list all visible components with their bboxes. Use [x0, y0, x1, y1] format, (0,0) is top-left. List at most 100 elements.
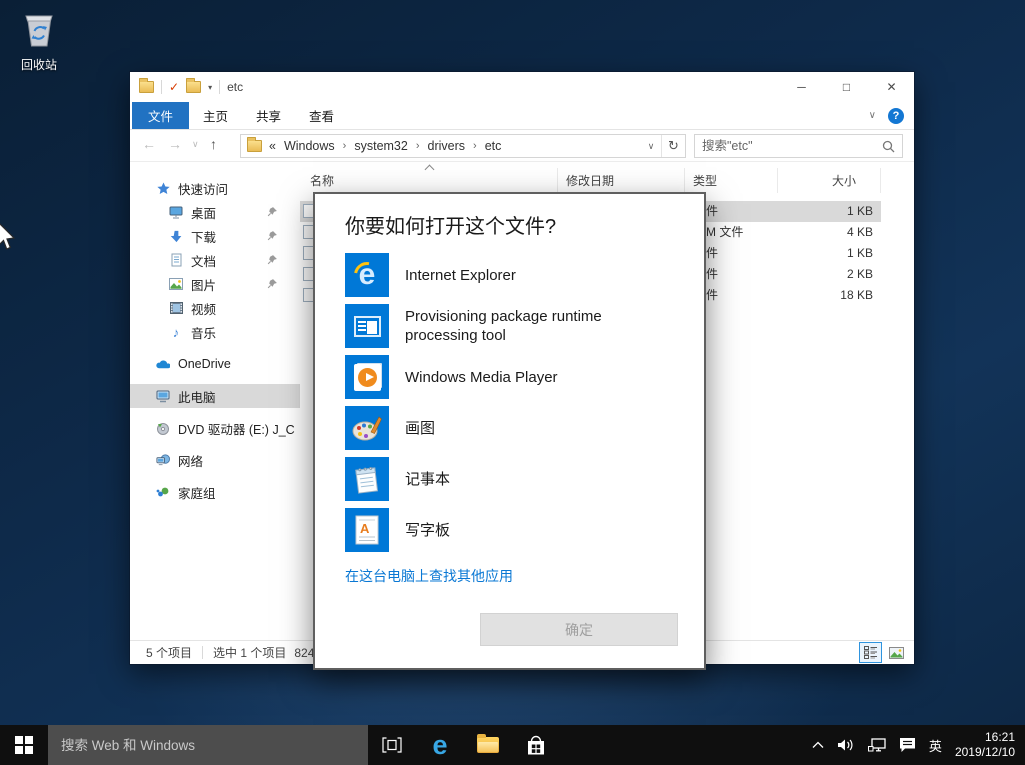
- recycle-bin-icon: [19, 37, 59, 54]
- wordpad-icon: A: [345, 508, 389, 552]
- ok-button[interactable]: 确定: [480, 613, 678, 646]
- toolbar-separator: [161, 80, 162, 94]
- store-button[interactable]: [512, 725, 560, 765]
- new-folder-icon[interactable]: [186, 81, 201, 93]
- thumbnails-view-button[interactable]: [885, 642, 908, 663]
- file-explorer-button[interactable]: [464, 725, 512, 765]
- sidebar-item-pictures[interactable]: 图片: [130, 272, 300, 296]
- taskbar-search-input[interactable]: [61, 738, 368, 753]
- app-option-notepad[interactable]: 记事本: [345, 457, 704, 501]
- dialog-title: 你要如何打开这个文件?: [345, 210, 704, 239]
- address-bar[interactable]: « Windows › system32 › drivers › etc ∨ ↻: [240, 134, 686, 158]
- refresh-icon[interactable]: ↻: [661, 135, 685, 157]
- minimize-button[interactable]: ─: [779, 72, 824, 102]
- taskbar: e 英 16:21 2019/12/10: [0, 725, 1025, 765]
- details-view-button[interactable]: [859, 642, 882, 663]
- sidebar-item-homegroup[interactable]: 家庭组: [130, 480, 300, 504]
- tab-home[interactable]: 主页: [189, 102, 242, 129]
- breadcrumb-windows[interactable]: Windows: [284, 139, 335, 153]
- help-icon[interactable]: ?: [888, 108, 904, 124]
- column-header-name[interactable]: 名称: [300, 168, 558, 193]
- column-header-size[interactable]: 大小: [778, 168, 881, 193]
- expand-ribbon-chevron-icon[interactable]: ∨: [869, 110, 876, 121]
- network-icon[interactable]: [868, 738, 886, 752]
- selection-count: 选中 1 个项目: [213, 644, 286, 661]
- forward-button[interactable]: →: [168, 136, 182, 152]
- sidebar-item-quick-access[interactable]: 快速访问: [130, 176, 300, 200]
- address-folder-icon: [247, 140, 262, 152]
- recent-locations-chevron-icon[interactable]: ∨: [192, 139, 199, 150]
- notifications-icon[interactable]: [899, 737, 916, 753]
- sidebar-item-downloads[interactable]: 下载: [130, 224, 300, 248]
- pin-icon: [267, 278, 278, 292]
- homegroup-icon: [156, 485, 170, 499]
- this-pc-icon: [156, 389, 170, 403]
- tab-share[interactable]: 共享: [242, 102, 295, 129]
- title-bar: ✓ ▾ etc ─ □ ✕: [130, 72, 914, 102]
- app-option-windows-media-player[interactable]: Windows Media Player: [345, 355, 704, 399]
- address-dropdown-chevron-icon[interactable]: ∨: [641, 141, 661, 152]
- customize-toolbar-chevron-icon[interactable]: ▾: [208, 83, 212, 92]
- breadcrumb-separator-icon: ›: [473, 140, 477, 152]
- toolbar-separator: [219, 80, 220, 94]
- search-box: [694, 134, 903, 158]
- breadcrumb-drivers[interactable]: drivers: [428, 139, 466, 153]
- edge-button[interactable]: e: [416, 725, 464, 765]
- dvd-drive-icon: [156, 421, 170, 435]
- search-input[interactable]: [702, 139, 882, 153]
- breadcrumb-separator-icon: ›: [416, 140, 420, 152]
- maximize-button[interactable]: □: [824, 72, 869, 102]
- sidebar-item-music[interactable]: ♪ 音乐: [130, 320, 300, 344]
- recycle-bin-shortcut[interactable]: 回收站: [10, 8, 68, 73]
- sidebar-item-desktop[interactable]: 桌面: [130, 200, 300, 224]
- internet-explorer-icon: e: [345, 253, 389, 297]
- navigation-bar: ← → ∨ ↑ « Windows › system32 › drivers ›…: [130, 130, 914, 162]
- column-headers: 名称 修改日期 类型 大小: [300, 168, 914, 193]
- documents-icon: [169, 253, 183, 267]
- hidden-icons-chevron-icon[interactable]: [812, 741, 824, 749]
- up-button[interactable]: ↑: [210, 136, 217, 152]
- sidebar-item-videos[interactable]: 视频: [130, 296, 300, 320]
- properties-check-icon[interactable]: ✓: [169, 80, 179, 94]
- caption-buttons: ─ □ ✕: [779, 72, 914, 102]
- taskbar-search-box[interactable]: [48, 725, 368, 765]
- sidebar-item-dvd-drive[interactable]: DVD 驱动器 (E:) J_C: [130, 416, 300, 440]
- ribbon-tab-bar: 文件 主页 共享 查看 ∨ ?: [130, 102, 914, 130]
- breadcrumb-etc[interactable]: etc: [485, 139, 502, 153]
- column-header-date-modified[interactable]: 修改日期: [558, 168, 685, 193]
- sidebar-item-network[interactable]: 网络: [130, 448, 300, 472]
- tab-view[interactable]: 查看: [295, 102, 348, 129]
- downloads-icon: [169, 229, 183, 243]
- sidebar-item-this-pc[interactable]: 此电脑: [130, 384, 300, 408]
- column-header-type[interactable]: 类型: [685, 168, 778, 193]
- tab-file[interactable]: 文件: [132, 102, 189, 129]
- videos-icon: [169, 301, 183, 315]
- breadcrumb-overflow[interactable]: «: [269, 139, 276, 153]
- paint-icon: [345, 406, 389, 450]
- app-option-wordpad[interactable]: A 写字板: [345, 508, 704, 552]
- breadcrumb-system32[interactable]: system32: [354, 139, 408, 153]
- sort-ascending-icon: [425, 165, 435, 175]
- app-option-internet-explorer[interactable]: e Internet Explorer: [345, 253, 704, 297]
- file-explorer-icon: [477, 737, 499, 753]
- back-button[interactable]: ←: [142, 136, 156, 152]
- search-icon[interactable]: [882, 140, 895, 153]
- find-more-apps-link[interactable]: 在这台电脑上查找其他应用: [345, 566, 513, 586]
- app-option-provisioning-tool[interactable]: Provisioning package runtime processing …: [345, 304, 704, 348]
- task-view-icon: [382, 737, 402, 753]
- task-view-button[interactable]: [368, 725, 416, 765]
- volume-icon[interactable]: [837, 738, 855, 752]
- app-option-paint[interactable]: 画图: [345, 406, 704, 450]
- close-button[interactable]: ✕: [869, 72, 914, 102]
- notepad-icon: [345, 457, 389, 501]
- start-button[interactable]: [0, 725, 48, 765]
- input-language-indicator[interactable]: 英: [929, 736, 942, 755]
- system-tray: 英 16:21 2019/12/10: [812, 725, 1025, 765]
- windows-logo-icon: [15, 736, 33, 754]
- pin-icon: [267, 230, 278, 244]
- window-folder-icon: [139, 81, 154, 93]
- sidebar-item-documents[interactable]: 文档: [130, 248, 300, 272]
- pictures-icon: [169, 277, 183, 291]
- sidebar-item-onedrive[interactable]: OneDrive: [130, 352, 300, 376]
- clock[interactable]: 16:21 2019/12/10: [955, 730, 1015, 760]
